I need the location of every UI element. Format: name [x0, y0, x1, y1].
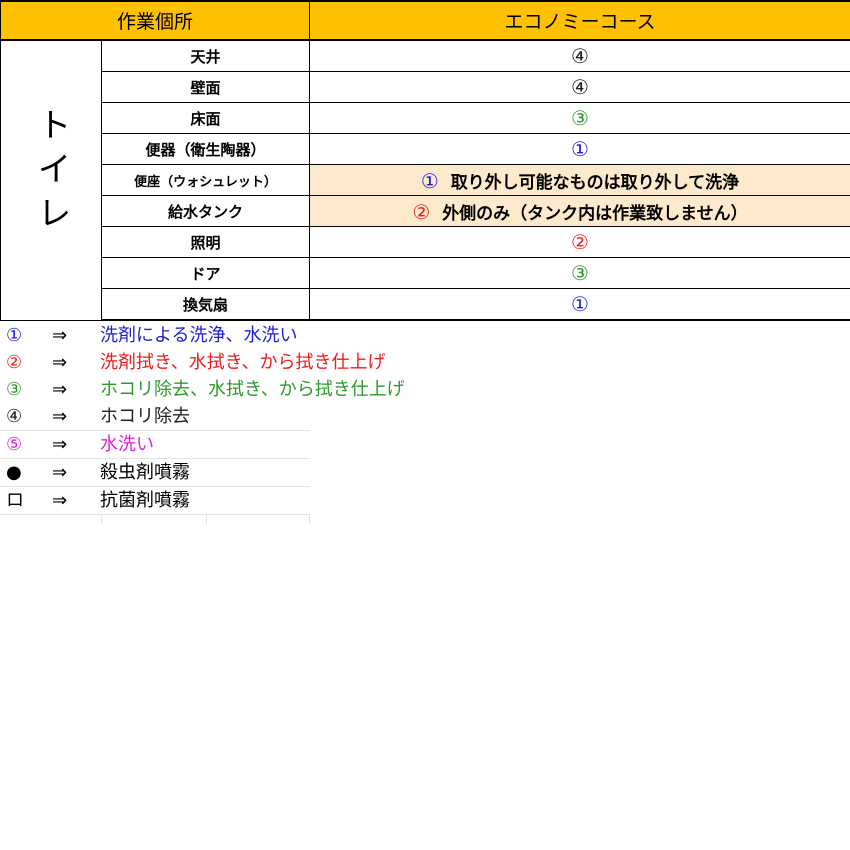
item-cell: 照明 [100, 226, 311, 258]
bullet-icon: ● [6, 462, 22, 483]
legend-desc: 抗菌剤噴霧 [100, 490, 190, 511]
arrow-icon: ⇒ [52, 434, 68, 455]
table-row: 壁面 ④ [1, 71, 850, 103]
legend-desc: 殺虫剤噴霧 [100, 462, 190, 483]
item-cell: ドア [100, 257, 311, 289]
table-header-row: 作業個所 エコノミーコース [0, 0, 850, 41]
table-row: 給水タンク ② 外側のみ（タンク内は作業致しません） [1, 195, 850, 227]
item-cell: 便座（ウォシュレット） [100, 164, 311, 196]
arrow-icon: ⇒ [52, 379, 68, 400]
legend-desc: ホコリ除去 [100, 406, 190, 427]
item-cell: 床面 [100, 102, 311, 134]
legend-symbol: ④ [6, 406, 23, 427]
legend-row: ② ⇒ 洗剤拭き、水拭き、から拭き仕上げ [0, 349, 520, 376]
square-icon: ロ [6, 490, 24, 511]
item-cell: 壁面 [100, 71, 311, 103]
grid-line [101, 515, 102, 524]
table-row: トイレ 天井 ④ [0, 39, 850, 321]
arrow-icon: ⇒ [52, 352, 68, 373]
header-location: 作業個所 [0, 0, 311, 41]
legend-row: ● ⇒ 殺虫剤噴霧 [0, 459, 310, 487]
note-mark: ① [420, 168, 439, 193]
arrow-icon: ⇒ [52, 490, 68, 511]
table-row: 便座（ウォシュレット） ① 取り外し可能なものは取り外して洗浄 [1, 164, 850, 196]
note-mark: ② [412, 199, 431, 224]
item-cell: 天井 [100, 39, 311, 72]
legend-desc: 水洗い [100, 434, 154, 455]
value-cell: ④ [309, 39, 850, 72]
area-label: トイレ [0, 39, 102, 321]
item-cell: 給水タンク [100, 195, 311, 227]
grid-line [206, 515, 207, 524]
legend-symbol: ① [6, 325, 23, 346]
legend-row: ロ ⇒ 抗菌剤噴霧 [0, 487, 310, 515]
legend-row: ⑤ ⇒ 水洗い [0, 431, 310, 459]
legend-symbol: ⑤ [6, 434, 23, 455]
table-row: 床面 ③ [1, 102, 850, 134]
note-cell: ① 取り外し可能なものは取り外して洗浄 [309, 164, 850, 196]
note-text: 取り外し可能なものは取り外して洗浄 [450, 172, 740, 193]
legend-desc: 洗剤拭き、水拭き、から拭き仕上げ [100, 352, 386, 373]
area-label-text: トイレ [31, 107, 71, 240]
value-cell: ① [309, 288, 850, 321]
note-cell: ② 外側のみ（タンク内は作業致しません） [309, 195, 850, 227]
cleaning-course-table: 作業個所 エコノミーコース トイレ 天井 ④ 壁面 ④ 床面 ③ 便器（衛生陶器… [0, 0, 850, 321]
item-cell: 換気扇 [100, 288, 311, 321]
legend-row: ③ ⇒ ホコリ除去、水拭き、から拭き仕上げ [0, 376, 520, 403]
value-cell: ① [309, 133, 850, 165]
legend-symbol: ② [6, 352, 23, 373]
note-text: 外側のみ（タンク内は作業致しません） [442, 203, 748, 224]
item-cell: 便器（衛生陶器） [100, 133, 311, 165]
table-row: 換気扇 ① [1, 288, 850, 321]
table-row: ドア ③ [1, 257, 850, 289]
arrow-icon: ⇒ [52, 462, 68, 483]
value-cell: ③ [309, 257, 850, 289]
legend-row: ① ⇒ 洗剤による洗浄、水洗い [0, 322, 520, 349]
header-course: エコノミーコース [309, 0, 850, 41]
table-row: 便器（衛生陶器） ① [1, 133, 850, 165]
legend-symbol: ③ [6, 379, 23, 400]
legend-desc: 洗剤による洗浄、水洗い [100, 325, 298, 346]
table-row: 照明 ② [1, 226, 850, 258]
legend: ① ⇒ 洗剤による洗浄、水洗い ② ⇒ 洗剤拭き、水拭き、から拭き仕上げ ③ ⇒… [0, 322, 520, 515]
legend-desc: ホコリ除去、水拭き、から拭き仕上げ [100, 379, 405, 400]
arrow-icon: ⇒ [52, 406, 68, 427]
value-cell: ② [309, 226, 850, 258]
empty-grid-remnant [0, 515, 310, 524]
value-cell: ③ [309, 102, 850, 134]
arrow-icon: ⇒ [52, 325, 68, 346]
value-cell: ④ [309, 71, 850, 103]
legend-row: ④ ⇒ ホコリ除去 [0, 403, 310, 431]
grid-line [309, 515, 310, 524]
